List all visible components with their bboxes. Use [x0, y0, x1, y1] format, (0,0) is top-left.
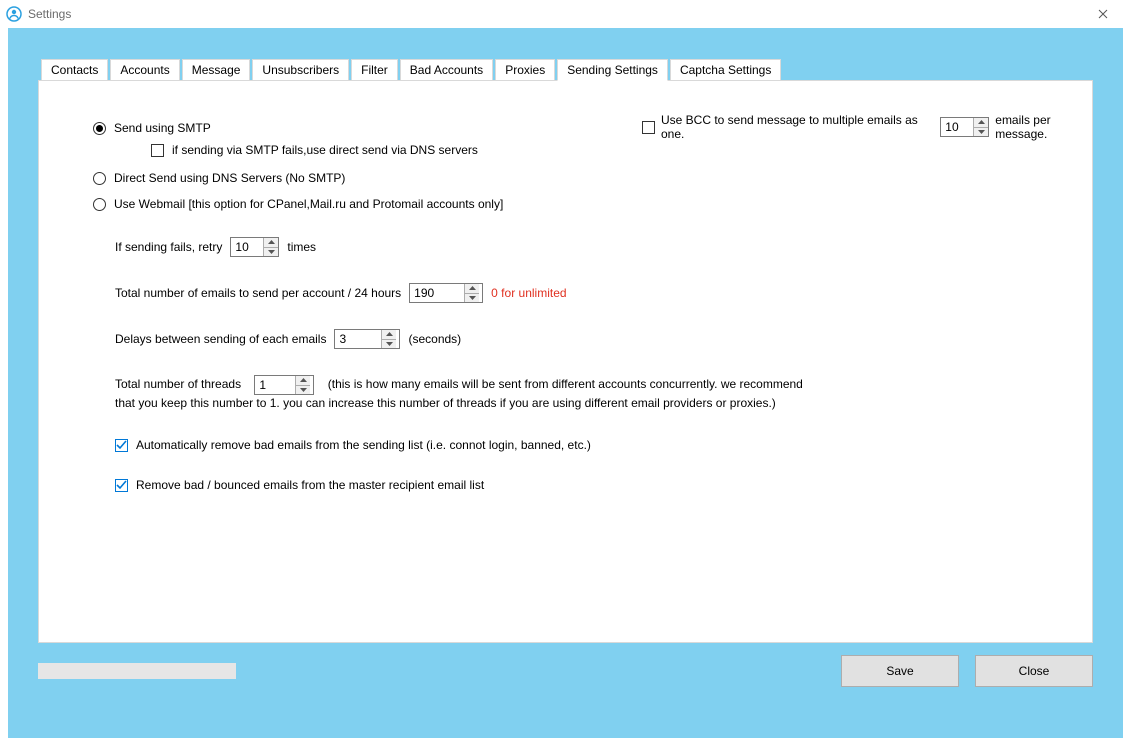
settings-panel: Use BCC to send message to multiple emai… — [38, 80, 1093, 643]
chk-remove-bounced[interactable] — [115, 479, 128, 492]
radio-direct-send-label: Direct Send using DNS Servers (No SMTP) — [114, 171, 345, 185]
progress-bar — [38, 663, 236, 679]
bcc-suffix: emails per message. — [995, 113, 1102, 141]
retry-label-pre: If sending fails, retry — [115, 240, 222, 254]
threads-spin-down[interactable] — [296, 386, 310, 395]
threads-field[interactable] — [255, 376, 295, 394]
app-icon — [6, 6, 22, 22]
content-frame: Contacts Accounts Message Unsubscribers … — [8, 28, 1123, 738]
per-account-input[interactable] — [409, 283, 483, 303]
chk-auto-remove-bad[interactable] — [115, 439, 128, 452]
chk-dns-fallback-label: if sending via SMTP fails,use direct sen… — [172, 143, 478, 157]
window-title: Settings — [28, 7, 71, 21]
tab-captcha-settings[interactable]: Captcha Settings — [670, 59, 781, 81]
delay-input[interactable] — [334, 329, 400, 349]
tab-message[interactable]: Message — [182, 59, 251, 81]
threads-spin-up[interactable] — [296, 376, 310, 386]
delay-label: Delays between sending of each emails — [115, 332, 326, 346]
retry-spin-up[interactable] — [264, 238, 278, 248]
per-account-field[interactable] — [410, 284, 464, 302]
tab-unsubscribers[interactable]: Unsubscribers — [252, 59, 349, 81]
title-bar: Settings — [0, 0, 1123, 28]
retry-label-post: times — [287, 240, 316, 254]
per-account-label: Total number of emails to send per accou… — [115, 286, 401, 300]
tab-bad-accounts[interactable]: Bad Accounts — [400, 59, 493, 81]
retry-count-input[interactable] — [230, 237, 279, 257]
radio-direct-send[interactable] — [93, 172, 106, 185]
chk-auto-remove-bad-label: Automatically remove bad emails from the… — [136, 438, 591, 452]
per-account-spin-up[interactable] — [465, 284, 479, 294]
delay-unit: (seconds) — [408, 332, 461, 346]
tabs-row: Contacts Accounts Message Unsubscribers … — [41, 58, 1093, 80]
chk-remove-bounced-label: Remove bad / bounced emails from the mas… — [136, 478, 484, 492]
radio-send-smtp[interactable] — [93, 122, 106, 135]
radio-webmail[interactable] — [93, 198, 106, 211]
bcc-count-field[interactable] — [941, 118, 973, 136]
per-account-spin-down[interactable] — [465, 294, 479, 303]
radio-send-smtp-label: Send using SMTP — [114, 121, 211, 135]
tab-sending-settings[interactable]: Sending Settings — [557, 59, 668, 81]
threads-block: Total number of threads (this is how man… — [115, 375, 805, 412]
threads-label: Total number of threads — [115, 377, 241, 391]
tab-accounts[interactable]: Accounts — [110, 59, 179, 81]
bcc-spin-down[interactable] — [974, 128, 988, 137]
delay-spin-down[interactable] — [382, 340, 396, 349]
bcc-spin-up[interactable] — [974, 118, 988, 128]
save-button[interactable]: Save — [841, 655, 959, 687]
radio-webmail-label: Use Webmail [this option for CPanel,Mail… — [114, 197, 503, 211]
delay-field[interactable] — [335, 330, 381, 348]
retry-spin-down[interactable] — [264, 248, 278, 257]
bottom-bar: Save Close — [38, 655, 1093, 687]
tab-filter[interactable]: Filter — [351, 59, 398, 81]
retry-count-field[interactable] — [231, 238, 263, 256]
bcc-count-input[interactable] — [940, 117, 989, 137]
close-button[interactable]: Close — [975, 655, 1093, 687]
chk-dns-fallback[interactable] — [151, 144, 164, 157]
per-account-hint: 0 for unlimited — [491, 286, 566, 300]
delay-spin-up[interactable] — [382, 330, 396, 340]
tab-contacts[interactable]: Contacts — [41, 59, 108, 81]
tab-proxies[interactable]: Proxies — [495, 59, 555, 81]
window-close-button[interactable] — [1091, 2, 1115, 26]
threads-input[interactable] — [254, 375, 314, 395]
